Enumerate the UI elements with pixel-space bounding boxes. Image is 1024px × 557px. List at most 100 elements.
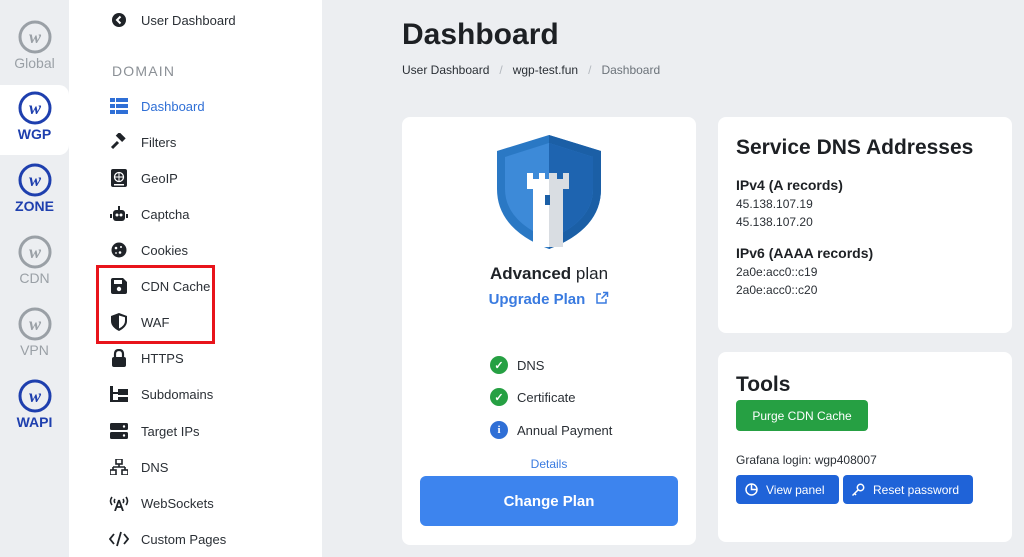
network-icon [109, 457, 129, 477]
rail-label: CDN [19, 270, 50, 286]
sidebar-item-filters[interactable]: Filters [109, 130, 176, 154]
ipv4-address: 45.138.107.19 [736, 197, 813, 211]
tools-card: Tools Purge CDN Cache Grafana login: wgp… [718, 352, 1012, 542]
rail-item-wapi[interactable]: w WAPI [0, 373, 69, 443]
svg-text:w: w [28, 98, 41, 118]
rail-item-zone[interactable]: w ZONE [0, 157, 69, 227]
check-circle-icon: ✓ [490, 388, 508, 406]
sidebar-item-label: Dashboard [141, 98, 205, 114]
globe-w-logo-icon: w [18, 235, 51, 269]
breadcrumb-separator: / [588, 63, 592, 77]
sidebar-item-https[interactable]: HTTPS [109, 346, 184, 370]
feature-annual-payment: i Annual Payment [490, 420, 612, 440]
ipv4-address: 45.138.107.20 [736, 215, 813, 229]
service-dns-card: Service DNS Addresses IPv4 (A records) 4… [718, 117, 1012, 333]
folder-tree-icon [109, 384, 129, 404]
sidebar-item-cookies[interactable]: Cookies [109, 238, 188, 262]
sidebar-item-subdomains[interactable]: Subdomains [109, 382, 213, 406]
table-icon [109, 96, 129, 116]
globe-w-logo-icon: w [18, 379, 51, 413]
purge-cdn-cache-button[interactable]: Purge CDN Cache [736, 400, 868, 431]
breadcrumb-separator: / [499, 63, 503, 77]
globe-w-logo-icon: w [18, 163, 51, 197]
svg-text:w: w [28, 170, 41, 190]
svg-text:w: w [28, 386, 41, 406]
sidebar-item-label: Target IPs [141, 423, 200, 439]
rail-item-cdn[interactable]: w CDN [0, 229, 69, 299]
sidebar-item-label: Subdomains [141, 386, 214, 402]
arrow-left-circle-icon [109, 10, 129, 30]
svg-text:w: w [28, 314, 41, 334]
svg-text:w: w [28, 27, 41, 47]
upgrade-plan-link[interactable]: Upgrade Plan [402, 291, 696, 308]
product-rail: w Global w WGP w ZONE w CDN w VPN w WAPI [0, 0, 69, 557]
rail-item-wgp[interactable]: w WGP [0, 85, 69, 155]
change-plan-button[interactable]: Change Plan [420, 476, 678, 526]
page-title: Dashboard [402, 18, 559, 51]
robot-icon [109, 204, 129, 224]
domain-sidebar: User Dashboard DOMAIN Dashboard Filters … [69, 0, 322, 557]
sidebar-item-geoip[interactable]: GeoIP [109, 166, 178, 190]
rail-item-vpn[interactable]: w VPN [0, 301, 69, 371]
sidebar-item-dashboard[interactable]: Dashboard [109, 94, 205, 118]
ipv6-address: 2a0e:acc0::c20 [736, 283, 818, 297]
code-icon [109, 529, 129, 549]
svg-text:w: w [28, 242, 41, 262]
ipv6-address: 2a0e:acc0::c19 [736, 265, 818, 279]
globe-w-logo-icon: w [18, 91, 51, 125]
sidebar-item-websockets[interactable]: WebSockets [109, 491, 214, 515]
section-label-domain: DOMAIN [112, 63, 176, 79]
check-circle-icon: ✓ [490, 356, 508, 374]
grafana-login-text: Grafana login: wgp408007 [736, 453, 877, 467]
sidebar-item-dns[interactable]: DNS [109, 455, 168, 479]
sidebar-item-label: WebSockets [141, 495, 214, 511]
globe-w-logo-icon: w [18, 307, 51, 341]
sidebar-item-label: Custom Pages [141, 531, 227, 547]
reset-password-button[interactable]: Reset password [843, 475, 973, 504]
sidebar-item-label: HTTPS [141, 350, 184, 366]
broadcast-tower-icon [109, 493, 129, 513]
breadcrumb-link-user-dashboard[interactable]: User Dashboard [402, 63, 489, 77]
lock-icon [109, 348, 129, 368]
breadcrumb: User Dashboard / wgp-test.fun / Dashboar… [402, 63, 660, 77]
feature-certificate: ✓ Certificate [490, 387, 576, 407]
rail-label: WAPI [16, 414, 53, 430]
breadcrumb-link-domain[interactable]: wgp-test.fun [513, 63, 578, 77]
ipv4-label: IPv4 (A records) [736, 177, 843, 193]
sidebar-item-custom-pages[interactable]: Custom Pages [109, 527, 226, 551]
external-link-icon [596, 291, 609, 304]
sidebar-item-label: Cookies [141, 242, 188, 258]
plan-name: Advanced plan [489, 264, 609, 283]
highlight-box [96, 265, 215, 344]
rail-label: WGP [17, 126, 52, 142]
plan-card: Advanced plan Upgrade Plan ✓ DNS ✓ Certi… [402, 117, 696, 545]
rail-item-global[interactable]: w Global [0, 14, 69, 84]
sidebar-item-label: User Dashboard [141, 12, 236, 28]
castle-shield-logo-icon [497, 135, 601, 249]
view-panel-button[interactable]: View panel [736, 475, 839, 504]
card-title: Service DNS Addresses [736, 136, 974, 159]
sidebar-item-label: Filters [141, 134, 177, 150]
breadcrumb-current: Dashboard [601, 63, 661, 77]
ipv6-label: IPv6 (AAAA records) [736, 245, 874, 261]
sidebar-item-label: GeoIP [141, 170, 178, 186]
atlas-icon [109, 168, 129, 188]
details-link[interactable]: Details [402, 457, 696, 471]
key-icon [851, 483, 865, 497]
pie-chart-icon [744, 483, 758, 497]
gavel-icon [109, 132, 129, 152]
cookie-icon [109, 240, 129, 260]
card-title: Tools [736, 373, 791, 396]
sidebar-item-label: DNS [141, 459, 169, 475]
rail-label: ZONE [15, 198, 54, 214]
info-circle-icon: i [490, 421, 508, 439]
sidebar-item-target-ips[interactable]: Target IPs [109, 419, 200, 443]
sidebar-item-captcha[interactable]: Captcha [109, 202, 189, 226]
server-icon [109, 421, 129, 441]
user-dashboard-back-link[interactable]: User Dashboard [109, 8, 236, 32]
rail-label: Global [14, 55, 55, 71]
sidebar-item-label: Captcha [141, 206, 190, 222]
globe-w-logo-icon: w [18, 20, 51, 54]
feature-dns: ✓ DNS [490, 355, 544, 375]
rail-label: VPN [20, 342, 49, 358]
